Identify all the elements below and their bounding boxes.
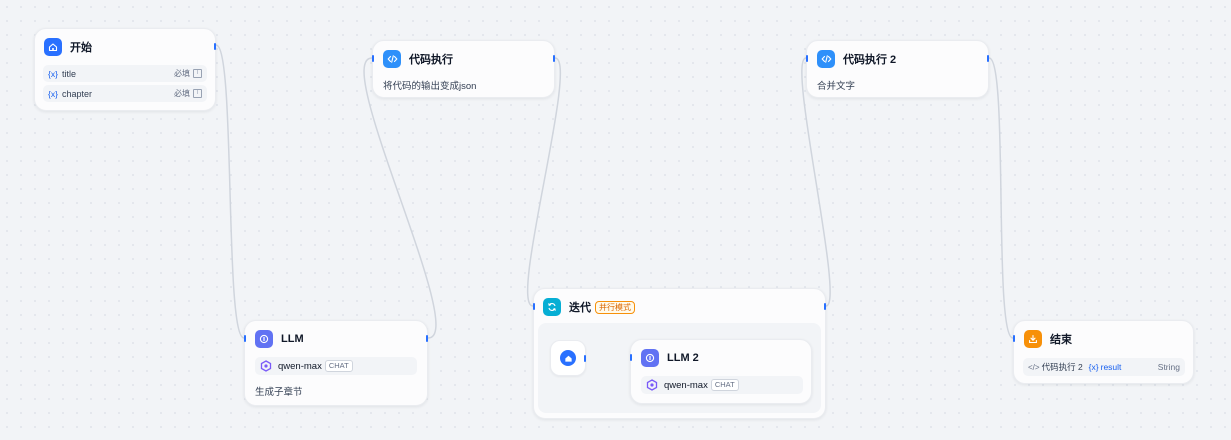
llm2-model-selector[interactable]: qwen-max CHAT: [641, 376, 803, 394]
start-node[interactable]: 开始 {x} title 必填 T {x} chapter 必填 T: [34, 28, 216, 111]
iteration-output-handle[interactable]: [824, 303, 826, 310]
output-variable-name: result: [1100, 362, 1122, 372]
code-node-2-title: 代码执行 2: [843, 54, 897, 66]
variable-name: title: [61, 68, 76, 79]
start-variable-row[interactable]: {x} title 必填 T: [43, 65, 207, 82]
variable-icon: {x}: [48, 68, 58, 79]
llm2-input-handle[interactable]: [630, 354, 632, 361]
end-node-title: 结束: [1050, 334, 1072, 346]
output-type: String: [1157, 362, 1180, 372]
llm2-node[interactable]: LLM 2 qwen-max CHAT: [630, 339, 812, 404]
code-icon: [817, 50, 835, 68]
llm-input-handle[interactable]: [244, 335, 246, 342]
mode-badge: CHAT: [324, 360, 353, 372]
qwen-logo-icon: [646, 379, 658, 391]
start-variable-row[interactable]: {x} chapter 必填 T: [43, 85, 207, 102]
llm-output-handle[interactable]: [426, 335, 428, 342]
edge-start-to-llm: [215, 44, 245, 339]
parallel-mode-badge: 并行模式: [595, 300, 635, 314]
required-label: 必填: [174, 89, 190, 98]
code-icon: </>: [1028, 362, 1040, 372]
code-node-1-title: 代码执行: [409, 54, 453, 66]
llm-node-title: LLM: [281, 333, 304, 345]
code-node-1-output-handle[interactable]: [553, 55, 555, 62]
llm-node-description: 生成子章节: [255, 387, 303, 398]
iteration-input-handle[interactable]: [533, 303, 535, 310]
start-output-handle[interactable]: [214, 43, 216, 50]
code-node-1[interactable]: 代码执行 将代码的输出变成json: [372, 40, 555, 98]
code-node-1-input-handle[interactable]: [372, 55, 374, 62]
text-type-icon: T: [193, 89, 202, 98]
end-output-row[interactable]: </> 代码执行 2 {x} result String: [1023, 358, 1185, 376]
required-label: 必填: [174, 69, 190, 78]
variable-icon: {x}: [48, 88, 58, 99]
variable-name: chapter: [61, 88, 92, 99]
start-node-title: 开始: [70, 42, 92, 54]
llm-icon: [641, 349, 659, 367]
text-type-icon: T: [193, 69, 202, 78]
model-name: qwen-max: [664, 379, 708, 391]
end-input-handle[interactable]: [1013, 335, 1015, 342]
code-node-2-description: 合并文字: [817, 81, 856, 92]
edge-llm-to-code1: [363, 57, 437, 339]
edge-code2-to-end: [988, 57, 1014, 339]
mode-badge: CHAT: [710, 379, 739, 391]
llm2-node-title: LLM 2: [667, 352, 699, 364]
iteration-node-title: 迭代: [569, 302, 591, 314]
code-icon: [383, 50, 401, 68]
home-icon: [44, 38, 62, 56]
end-icon: [1024, 330, 1042, 348]
model-name: qwen-max: [278, 360, 322, 372]
home-icon: [560, 350, 576, 366]
code-node-2-output-handle[interactable]: [987, 55, 989, 62]
variable-icon: {x}: [1088, 362, 1099, 372]
llm-node[interactable]: LLM qwen-max CHAT 生成子章节: [244, 320, 428, 406]
code-node-1-description: 将代码的输出变成json: [383, 81, 477, 92]
iteration-start-node[interactable]: [550, 340, 586, 376]
llm-model-selector[interactable]: qwen-max CHAT: [255, 357, 417, 375]
llm-icon: [255, 330, 273, 348]
output-source: 代码执行 2: [1041, 362, 1083, 372]
iteration-icon: [543, 298, 561, 316]
iteration-start-output-handle[interactable]: [584, 355, 586, 362]
code-node-2-input-handle[interactable]: [806, 55, 808, 62]
qwen-logo-icon: [260, 360, 272, 372]
end-node[interactable]: 结束 </> 代码执行 2 {x} result String: [1013, 320, 1194, 384]
code-node-2[interactable]: 代码执行 2 合并文字: [806, 40, 989, 98]
